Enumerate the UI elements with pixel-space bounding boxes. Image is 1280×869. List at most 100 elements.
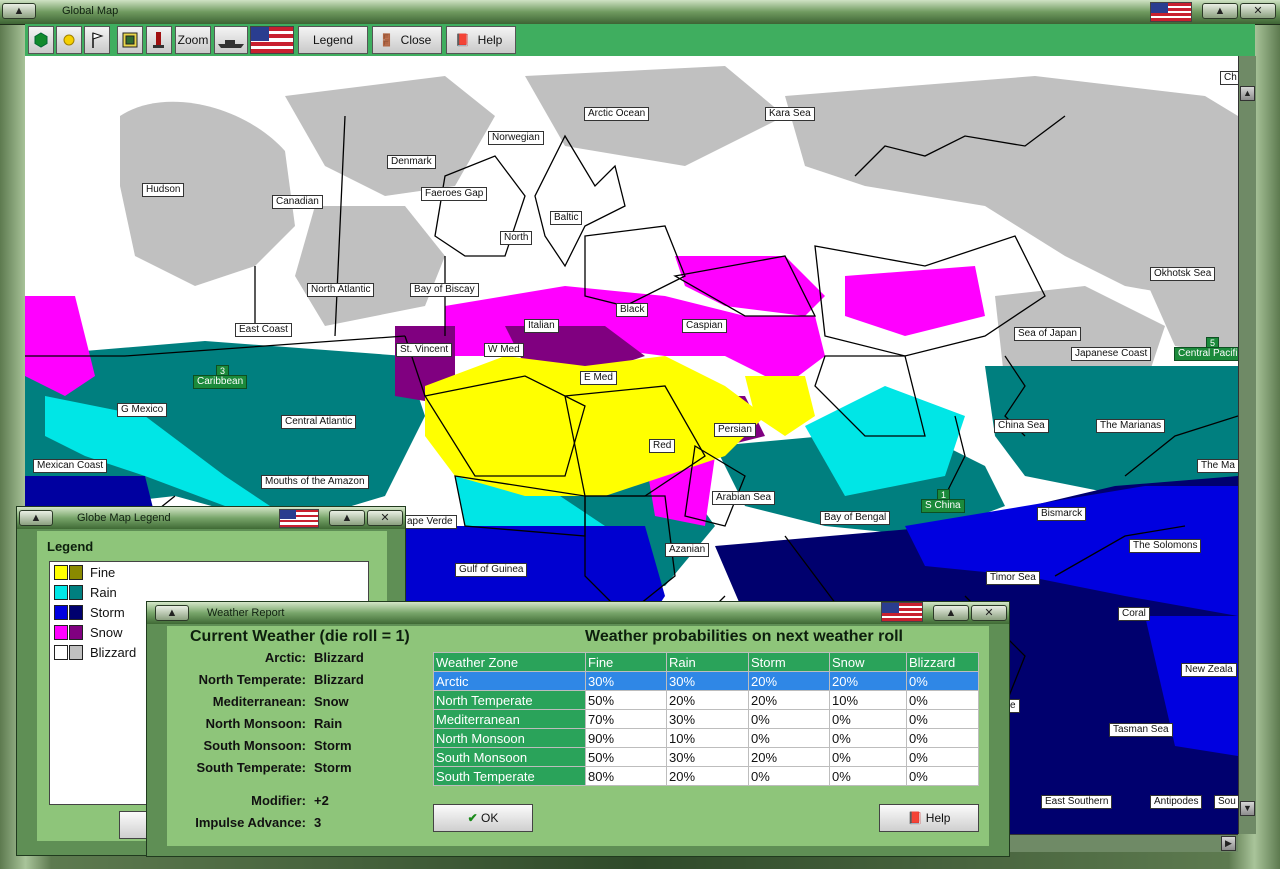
weather-system-button[interactable]: ▲ xyxy=(155,605,189,621)
map-label: Sou xyxy=(1214,795,1238,809)
scroll-right-icon[interactable]: ▶ xyxy=(1221,836,1236,851)
legend-button[interactable]: Legend xyxy=(298,26,368,54)
table-cell: 30% xyxy=(666,709,749,729)
modifier-label: Modifier: xyxy=(251,793,306,808)
unit-icon[interactable] xyxy=(146,26,172,54)
legend-item-label: Storm xyxy=(90,605,125,620)
legend-close-icon[interactable]: ✕ xyxy=(367,510,403,526)
legend-system-button[interactable]: ▲ xyxy=(19,510,53,526)
table-cell: 80% xyxy=(585,766,667,786)
us-flag-icon[interactable] xyxy=(250,26,294,54)
zone-label-central-pacific[interactable]: Central Pacifi xyxy=(1174,347,1238,361)
map-label: Arctic Ocean xyxy=(584,107,650,121)
table-cell: 0% xyxy=(829,728,907,748)
zone-cell: North Monsoon xyxy=(433,728,586,748)
table-row[interactable]: Arctic 30% 30% 20% 20% 0% xyxy=(433,671,979,691)
table-row[interactable]: South Monsoon 50% 30% 20% 0% 0% xyxy=(433,747,979,767)
scroll-up-icon[interactable]: ▲ xyxy=(1240,86,1255,101)
map-label: East Southern xyxy=(1041,795,1113,809)
table-cell: 20% xyxy=(666,766,749,786)
column-header[interactable]: Rain xyxy=(666,652,749,672)
main-titlebar[interactable]: ▲ Global Map ▲ ✕ xyxy=(0,0,1280,25)
close-window-icon[interactable]: ✕ xyxy=(1240,3,1276,19)
storm-swatch-dark xyxy=(69,605,83,620)
flag-marker-icon[interactable] xyxy=(84,26,110,54)
south-temperate-label: South Temperate: xyxy=(196,760,306,775)
weather-minimize-button[interactable]: ▲ xyxy=(933,605,969,621)
map-label: Red xyxy=(649,439,676,453)
map-label: Norwegian xyxy=(488,131,544,145)
weather-close-icon[interactable]: ✕ xyxy=(971,605,1007,621)
table-row[interactable]: South Temperate 80% 20% 0% 0% 0% xyxy=(433,766,979,786)
map-label: Central Atlantic xyxy=(281,415,357,429)
map-label: North Atlantic xyxy=(307,283,375,297)
map-label: New Zeala xyxy=(1181,663,1237,677)
weather-help-button[interactable]: 📕 Help xyxy=(879,804,979,832)
map-label: The Ma xyxy=(1197,459,1238,473)
map-label: W Med xyxy=(484,343,524,357)
mediterranean-label: Mediterranean: xyxy=(212,694,306,709)
map-label: Faeroes Gap xyxy=(421,187,488,201)
table-cell: 30% xyxy=(666,671,749,691)
south-monsoon-value: Storm xyxy=(314,738,352,753)
column-header[interactable]: Blizzard xyxy=(906,652,979,672)
map-label: Mouths of the Amazon xyxy=(261,475,369,489)
zone-cell: South Monsoon xyxy=(433,747,586,767)
ok-button[interactable]: ✔ OK xyxy=(433,804,533,832)
table-cell: 90% xyxy=(585,728,667,748)
table-row[interactable]: North Monsoon 90% 10% 0% 0% 0% xyxy=(433,728,979,748)
legend-window-titlebar[interactable]: ▲ Globe Map Legend ▲ ✕ xyxy=(17,507,405,529)
impulse-advance-label: Impulse Advance: xyxy=(195,815,306,830)
map-label: East Coast xyxy=(235,323,292,337)
table-row[interactable]: North Temperate 50% 20% 20% 10% 0% xyxy=(433,690,979,710)
table-header-row: Weather Zone Fine Rain Storm Snow Blizza… xyxy=(433,652,979,672)
table-cell: 20% xyxy=(748,690,830,710)
map-label: China Sea xyxy=(994,419,1049,433)
fine-swatch xyxy=(54,565,68,580)
probabilities-heading: Weather probabilities on next weather ro… xyxy=(585,628,903,645)
table-cell: 0% xyxy=(906,766,979,786)
table-cell: 0% xyxy=(748,766,830,786)
ship-icon[interactable] xyxy=(214,26,248,54)
table-cell: 0% xyxy=(829,766,907,786)
book-icon: 📕 xyxy=(455,33,470,47)
map-label: Baltic xyxy=(550,211,583,225)
zone-label-caribbean[interactable]: Caribbean xyxy=(193,375,248,389)
storm-swatch xyxy=(54,605,68,620)
column-header[interactable]: Fine xyxy=(585,652,667,672)
table-cell: 20% xyxy=(748,671,830,691)
zone-label-s-china[interactable]: S China xyxy=(921,499,965,513)
map-label: Timor Sea xyxy=(986,571,1040,585)
table-cell: 0% xyxy=(906,671,979,691)
snow-swatch-dark xyxy=(69,625,83,640)
rain-swatch-dark xyxy=(69,585,83,600)
door-icon: 🚪 xyxy=(379,33,394,47)
table-row[interactable]: Mediterranean 70% 30% 0% 0% 0% xyxy=(433,709,979,729)
help-button[interactable]: 📕 Help xyxy=(446,26,516,54)
zone-cell: Mediterranean xyxy=(433,709,586,729)
column-header[interactable]: Weather Zone xyxy=(433,652,586,672)
zoom-button[interactable]: Zoom xyxy=(175,26,211,54)
us-flag-icon xyxy=(1150,2,1192,22)
close-button[interactable]: 🚪 Close xyxy=(372,26,442,54)
overlay-icon[interactable] xyxy=(117,26,143,54)
map-label: Canadian xyxy=(272,195,323,209)
column-header[interactable]: Storm xyxy=(748,652,830,672)
vertical-scrollbar[interactable]: ▲ ▼ xyxy=(1238,56,1256,834)
table-cell: 30% xyxy=(585,671,667,691)
map-label: Bismarck xyxy=(1037,507,1087,521)
weather-window-title: Weather Report xyxy=(207,607,285,619)
system-menu-button[interactable]: ▲ xyxy=(2,3,36,19)
sun-icon[interactable] xyxy=(56,26,82,54)
north-monsoon-label: North Monsoon: xyxy=(205,716,306,731)
map-label: Okhotsk Sea xyxy=(1150,267,1216,281)
weather-help-label: Help xyxy=(925,811,951,825)
us-flag-icon xyxy=(881,602,923,622)
minimize-button[interactable]: ▲ xyxy=(1202,3,1238,19)
column-header[interactable]: Snow xyxy=(829,652,907,672)
map-label: Sea of Japan xyxy=(1014,327,1081,341)
legend-minimize-button[interactable]: ▲ xyxy=(329,510,365,526)
hexagon-icon[interactable] xyxy=(28,26,54,54)
scroll-down-icon[interactable]: ▼ xyxy=(1240,801,1255,816)
weather-window-titlebar[interactable]: ▲ Weather Report ▲ ✕ xyxy=(147,602,1009,624)
